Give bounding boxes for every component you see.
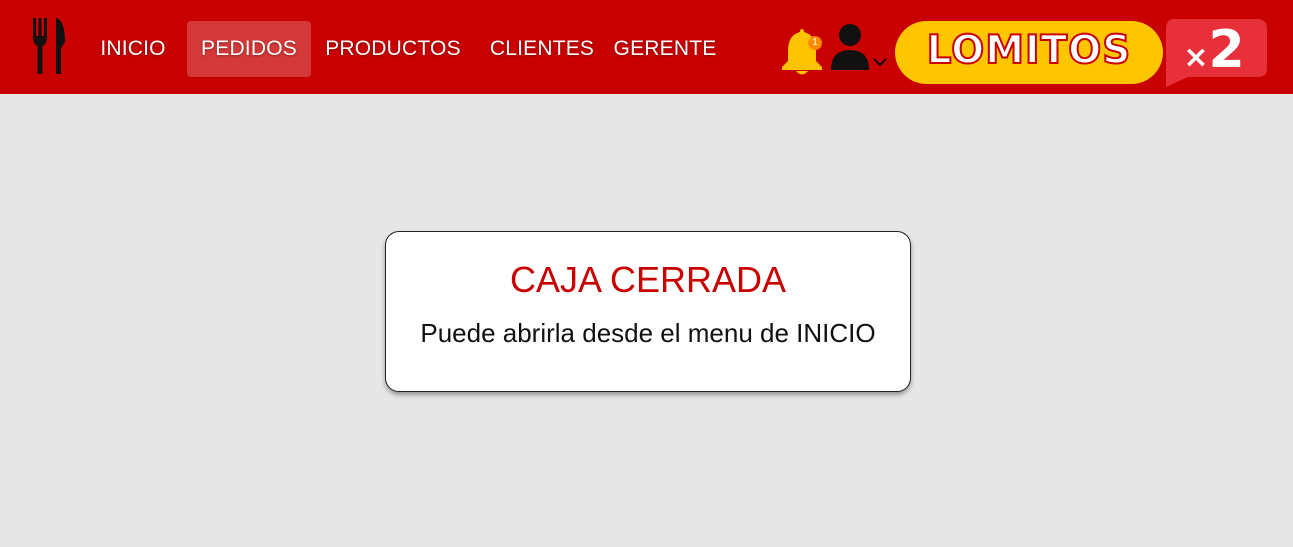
- user-icon[interactable]: [828, 22, 892, 74]
- nav-item-clientes[interactable]: CLIENTES: [483, 21, 601, 77]
- nav-item-pedidos[interactable]: PEDIDOS: [187, 21, 311, 77]
- bell-icon[interactable]: [778, 25, 828, 77]
- top-navbar: INICIO PEDIDOS PRODUCTOS CLIENTES GERENT…: [0, 0, 1293, 94]
- promo-multiplier: ×2: [1183, 20, 1245, 80]
- notice-message: Puede abrirla desde el menu de INICIO: [420, 318, 876, 348]
- promo-badge: LOMITOS ×2: [895, 19, 1270, 89]
- notice-title: CAJA CERRADA: [509, 259, 787, 300]
- closed-register-notice: CAJA CERRADA Puede abrirla desde el menu…: [385, 231, 911, 392]
- nav-item-inicio[interactable]: INICIO: [90, 21, 176, 77]
- fork-knife-icon[interactable]: [30, 18, 68, 76]
- promo-text: LOMITOS: [926, 27, 1132, 74]
- nav-item-gerente[interactable]: GERENTE: [609, 21, 721, 77]
- nav-item-productos[interactable]: PRODUCTOS: [318, 21, 468, 77]
- notification-count-badge: 1: [808, 36, 822, 50]
